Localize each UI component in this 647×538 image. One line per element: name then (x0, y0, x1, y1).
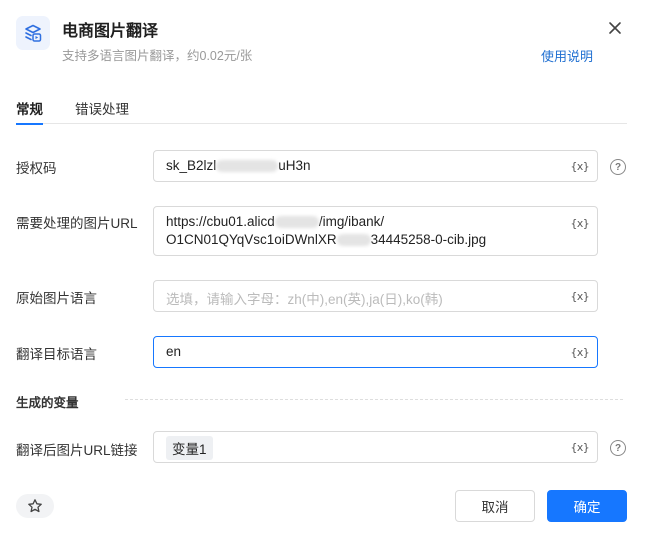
auth-code-value-suffix: uH3n (278, 158, 311, 173)
output-section-title: 生成的变量 (16, 396, 79, 410)
insert-variable-icon[interactable]: {x} (571, 215, 590, 233)
result-url-label: 翻译后图片URL链接 (16, 443, 138, 458)
result-url-field[interactable]: 变量1 {x} (153, 431, 598, 463)
close-button[interactable] (605, 18, 625, 38)
app-icon (16, 16, 50, 50)
target-language-label: 翻译目标语言 (16, 347, 97, 362)
source-language-label: 原始图片语言 (16, 291, 97, 306)
translate-image-icon (25, 24, 42, 42)
image-url-text: /img/ibank/ (318, 214, 385, 229)
target-language-value: en (166, 344, 182, 359)
image-url-text: https://cbu01.alicd (166, 214, 275, 229)
source-language-placeholder: 选填，请输入字母：zh(中),en(英),ja(日),ko(韩) (166, 292, 443, 307)
help-icon[interactable]: ? (610, 159, 626, 175)
favorite-button[interactable] (16, 494, 54, 518)
variable-tag[interactable]: 变量1 (166, 436, 213, 460)
image-url-line-1: https://cbu01.alicd/img/ibank/ (166, 213, 561, 231)
dialog-subtitle: 支持多语言图片翻译，约0.02元/张 (62, 49, 253, 63)
star-icon (28, 499, 42, 513)
insert-variable-icon[interactable]: {x} (571, 160, 590, 173)
auth-code-value-prefix: sk_B2lzl (166, 158, 217, 173)
image-url-text: 34445258-0-cib.jpg (370, 232, 487, 247)
help-link[interactable]: 使用说明 (541, 46, 593, 65)
redacted-text (274, 216, 319, 229)
auth-code-label: 授权码 (16, 161, 57, 176)
insert-variable-icon[interactable]: {x} (571, 441, 590, 454)
image-url-field[interactable]: https://cbu01.alicd/img/ibank/ O1CN01QYq… (153, 206, 598, 256)
image-url-label: 需要处理的图片URL (16, 216, 138, 231)
target-language-field[interactable]: en {x} (153, 336, 598, 368)
confirm-button[interactable]: 确定 (547, 490, 627, 522)
dialog-title: 电商图片翻译 (62, 23, 159, 40)
tab-general[interactable]: 常规 (16, 98, 43, 125)
image-url-text: O1CN01QYqVsc1oiDWnlXR (166, 232, 337, 247)
tab-error-handling[interactable]: 错误处理 (75, 98, 129, 124)
source-language-field[interactable]: 选填，请输入字母：zh(中),en(英),ja(日),ko(韩) {x} (153, 280, 598, 312)
help-icon[interactable]: ? (610, 440, 626, 456)
auth-code-field[interactable]: sk_B2lzl uH3n {x} (153, 150, 598, 182)
close-icon (609, 22, 621, 34)
tab-bar: 常规 错误处理 (16, 98, 627, 125)
insert-variable-icon[interactable]: {x} (571, 290, 590, 303)
section-divider (125, 399, 623, 400)
cancel-button[interactable]: 取消 (455, 490, 535, 522)
redacted-text (216, 160, 279, 173)
redacted-text (336, 234, 371, 247)
insert-variable-icon[interactable]: {x} (571, 346, 590, 359)
image-url-line-2: O1CN01QYqVsc1oiDWnlXR 34445258-0-cib.jpg (166, 231, 561, 249)
